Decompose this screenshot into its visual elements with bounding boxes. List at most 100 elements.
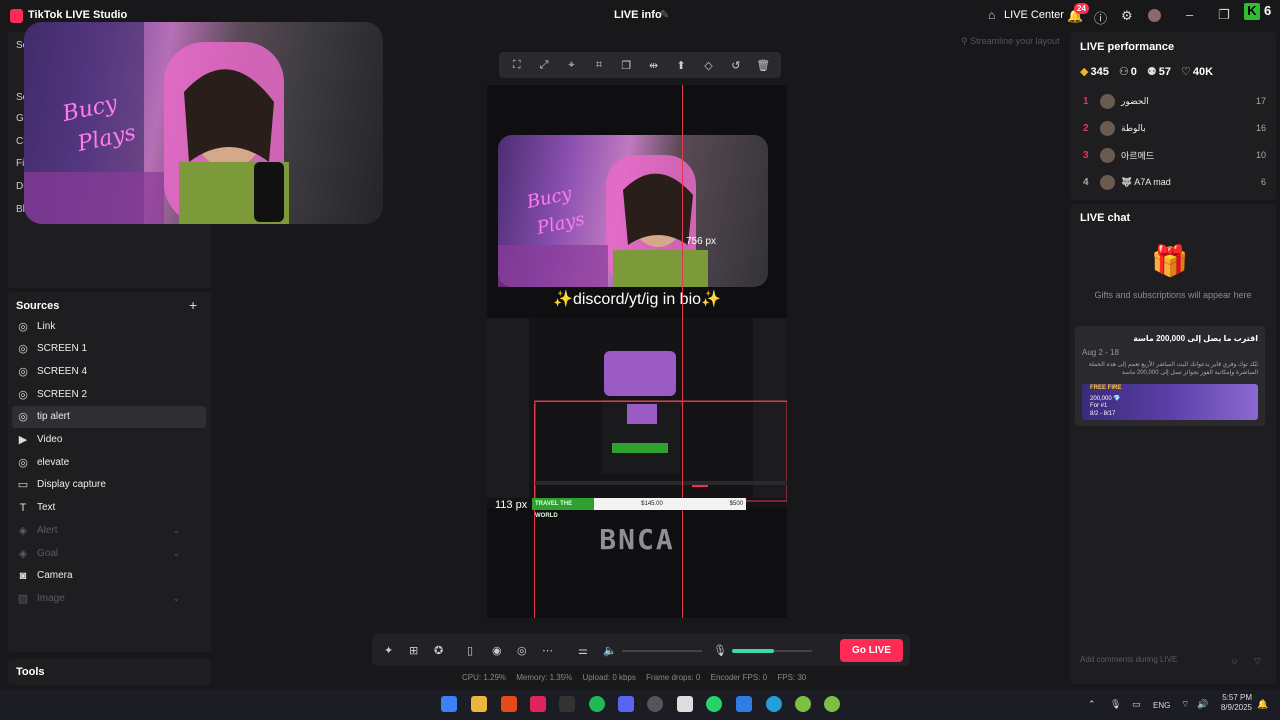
rotate-icon[interactable]: ↺ [727,59,745,72]
crop-icon[interactable]: ⌗ [590,59,608,72]
mixer-icon[interactable]: ⚌ [578,644,588,657]
source-item[interactable]: T Text [12,497,206,519]
fit-screen-icon[interactable]: ⛶ [508,59,526,72]
live-info-title[interactable]: LIVE info [614,9,662,21]
source-item-label: Display capture [37,479,106,491]
more-icon[interactable]: ⋯ [542,644,553,657]
tiktok-taskbar-icon[interactable] [530,696,546,712]
diamond-icon: ◆ [1080,66,1089,78]
phone-icon[interactable]: ▯ [467,644,473,657]
source-item[interactable]: ◙ Camera [12,565,206,587]
windows-start-icon[interactable] [441,696,457,712]
android-icon[interactable] [795,696,811,712]
camera-scene: Bucy Plays [498,155,708,287]
app-tf-icon[interactable] [559,696,575,712]
help-icon[interactable]: ⓘ [1094,8,1107,27]
ranking-row[interactable]: 4 🐺 A7A mad 6 [1080,172,1266,192]
effects-icon[interactable]: ✪ [434,644,443,657]
tray-mic-icon[interactable]: 🎙 [1110,699,1121,710]
mic-icon[interactable]: 🎙 [713,644,727,657]
avatar[interactable] [1148,9,1161,22]
canvas-camera-source[interactable]: Bucy Plays [498,135,768,287]
tray-widget-icon[interactable]: ▭ [1132,699,1141,710]
source-item[interactable]: ▭ Display capture [12,474,206,496]
wifi-icon[interactable]: ⌔ [1181,699,1189,710]
volume-tray-icon[interactable]: 🔊 [1197,699,1208,710]
source-item[interactable]: ◎ SCREEN 4 [12,360,206,382]
source-item[interactable]: ▨ Image ⌄ [12,587,206,609]
sources-title: Sources [16,300,60,312]
stream-canvas[interactable]: Bucy Plays ✨discord/yt/ig in bio✨ 756 px… [487,85,787,618]
source-item[interactable]: ▶ Video [12,429,206,451]
alert-icon: ◈ [18,524,28,537]
duplicate-icon[interactable]: ❐ [617,59,635,72]
obs-icon[interactable] [647,696,663,712]
brave-icon[interactable] [501,696,517,712]
file-explorer-icon[interactable] [471,696,487,712]
webcam-overlay[interactable]: Bucy Plays [24,22,383,224]
ranking-row[interactable]: 3 아르메드 10 [1080,145,1266,165]
center-icon[interactable]: ⌖ [562,59,580,72]
clock[interactable]: 5:57 PM 8/9/2025 [1216,693,1252,713]
maximize-icon[interactable]: ❐ [1218,7,1230,23]
minimize-icon[interactable]: – [1186,7,1193,22]
layers-icon[interactable]: ◇ [699,59,717,72]
emoji-icon[interactable]: ☺ [1230,656,1239,666]
language-indicator[interactable]: ENG [1153,701,1170,710]
source-item[interactable]: ◈ Goal ⌄ [12,542,206,564]
gear-icon[interactable]: ⚙ [1121,8,1133,24]
add-scene-icon[interactable]: ⊞ [409,644,418,657]
goal-icon: ◈ [18,547,28,560]
source-item[interactable]: ◎ Link [12,315,206,337]
tray-expand-icon[interactable]: ⌃ [1088,699,1096,710]
magic-wand-icon[interactable]: ✦ [384,644,393,657]
source-item[interactable]: ◎ elevate [12,451,206,473]
volume-slider[interactable] [622,650,702,652]
nested-screen-capture[interactable] [487,318,787,508]
spotify-icon[interactable] [589,696,605,712]
app-check-icon[interactable] [736,696,752,712]
layer-up-icon[interactable]: ⬆ [672,59,690,72]
ranking-row[interactable]: 1 الحضور 17 [1080,91,1266,111]
chat-input[interactable]: Add comments during LIVE [1076,651,1246,669]
goal-bar[interactable]: TRAVEL THE WORLD $145.00 $500 [532,498,746,519]
bnca-logo[interactable]: BNCA [487,523,787,556]
source-item-label: SCREEN 1 [37,343,88,355]
trash-icon[interactable]: 🗑 [754,59,772,72]
add-source-icon[interactable]: + [189,297,197,313]
home-icon: ⌂ [988,8,996,22]
app-icon[interactable] [677,696,693,712]
source-item[interactable]: ◎ SCREEN 1 [12,338,206,360]
flip-icon[interactable]: ⇹ [645,59,663,72]
chevron-down-icon[interactable]: ⌄ [172,548,180,559]
record-icon[interactable]: ◉ [492,644,502,657]
source-item[interactable]: ◎ tip alert [12,405,206,428]
svg-text:Plays: Plays [534,209,586,240]
globe-icon: ◎ [18,456,28,469]
edit-icon[interactable]: ✎ [660,8,669,21]
notification-tray-icon[interactable]: 🔔 [1257,699,1268,710]
bio-text-overlay[interactable]: ✨discord/yt/ig in bio✨ [487,289,787,309]
source-item-label: Goal [37,547,59,559]
gift-icon: 🎁 [1151,245,1189,278]
camera-record-icon[interactable]: ◎ [517,644,527,657]
whatsapp-icon[interactable] [706,696,722,712]
discord-icon[interactable] [618,696,634,712]
expand-icon[interactable]: ⤢ [535,59,553,72]
streamline-tip[interactable]: ⚲ Streamline your layout [961,36,1060,47]
streamline-text: Streamline your layout [970,36,1060,46]
source-item[interactable]: ◈ Alert ⌄ [12,519,206,541]
rank-username: الحضور [1121,95,1149,106]
go-live-button[interactable]: Go LIVE [840,639,903,662]
chevron-down-icon[interactable]: ⌄ [172,593,180,604]
source-item[interactable]: ◎ SCREEN 2 [12,383,206,405]
android-icon-2[interactable] [824,696,840,712]
filter-icon[interactable]: ▽ [1254,656,1261,667]
speaker-icon[interactable]: 🔈 [603,644,617,657]
goal-title: TRAVEL THE WORLD [532,498,594,519]
live-center-link[interactable]: LIVE Center [1004,9,1064,21]
telegram-icon[interactable] [766,696,782,712]
chevron-down-icon[interactable]: ⌄ [172,525,180,536]
memory-stat: Memory: 1.35% [516,673,573,682]
ranking-row[interactable]: 2 بالوطة 16 [1080,118,1266,138]
